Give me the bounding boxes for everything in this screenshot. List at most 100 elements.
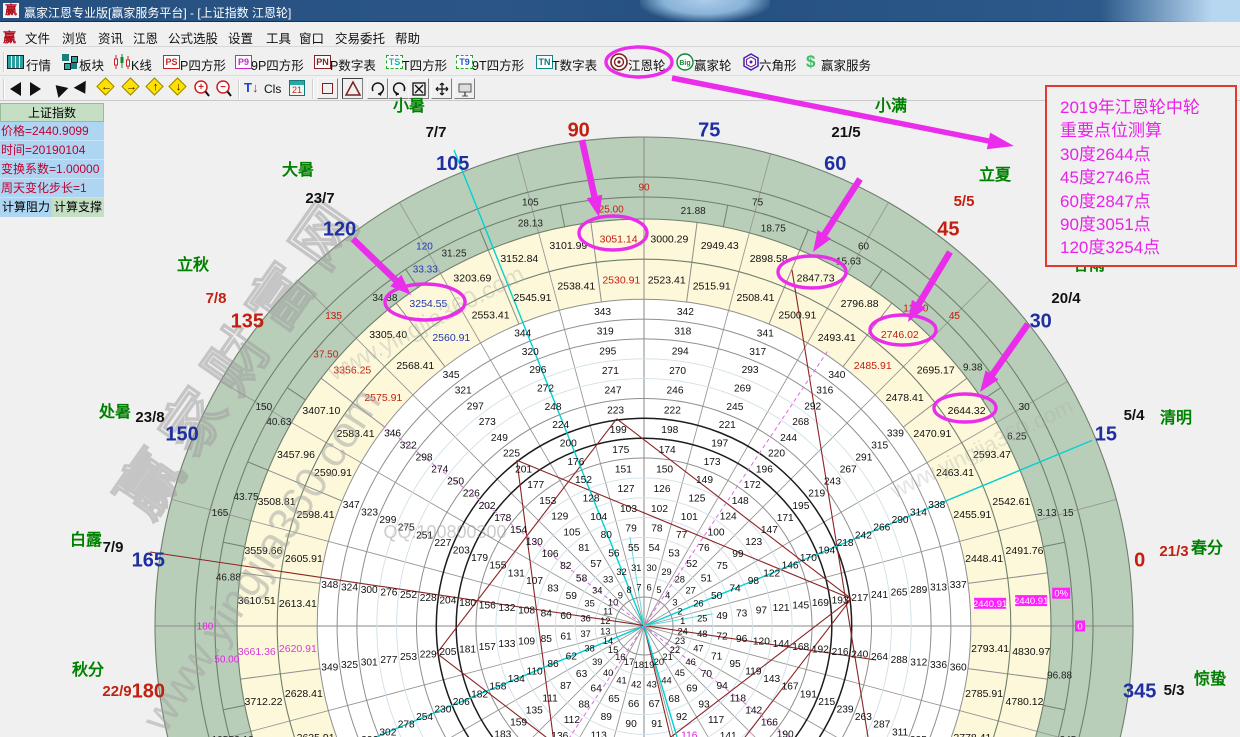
svg-text:119: 119 [745, 667, 762, 678]
svg-text:93: 93 [698, 699, 710, 710]
svg-text:133: 133 [498, 639, 515, 650]
svg-text:221: 221 [719, 420, 736, 431]
svg-text:345: 345 [443, 370, 460, 381]
svg-text:315: 315 [871, 440, 888, 451]
svg-text:2560.91: 2560.91 [432, 332, 470, 344]
svg-text:85: 85 [541, 634, 553, 645]
svg-text:18.75: 18.75 [761, 224, 786, 235]
svg-text:269: 269 [734, 383, 751, 394]
svg-text:127: 127 [618, 484, 635, 495]
svg-text:128: 128 [583, 494, 600, 505]
svg-text:2491.76: 2491.76 [1006, 545, 1044, 557]
svg-text:144: 144 [773, 639, 790, 650]
svg-text:33: 33 [603, 575, 613, 585]
svg-text:111: 111 [542, 693, 558, 704]
svg-text:223: 223 [607, 405, 624, 416]
svg-text:312: 312 [910, 657, 927, 668]
svg-text:296: 296 [529, 365, 546, 376]
svg-text:43.75: 43.75 [233, 492, 258, 503]
svg-text:11: 11 [603, 606, 613, 616]
svg-text:80: 80 [601, 530, 613, 541]
svg-text:100: 100 [708, 527, 725, 538]
svg-text:250: 250 [447, 477, 464, 488]
svg-text:2545.91: 2545.91 [514, 292, 552, 304]
svg-text:15: 15 [1062, 508, 1074, 519]
svg-text:174: 174 [659, 445, 676, 456]
svg-text:230: 230 [434, 705, 451, 716]
svg-text:春分: 春分 [1190, 538, 1223, 557]
svg-text:58: 58 [576, 573, 588, 584]
svg-text:143: 143 [763, 674, 780, 685]
svg-text:217: 217 [851, 593, 868, 604]
svg-text:216: 216 [832, 647, 849, 658]
svg-text:165: 165 [132, 550, 165, 572]
svg-text:116: 116 [681, 731, 698, 737]
svg-text:2440.91: 2440.91 [1014, 596, 1048, 607]
svg-text:239: 239 [837, 705, 854, 716]
svg-text:219: 219 [808, 489, 825, 500]
svg-text:325: 325 [341, 660, 358, 671]
svg-text:290: 290 [892, 515, 909, 526]
svg-text:2508.41: 2508.41 [737, 292, 775, 304]
svg-text:253: 253 [400, 652, 417, 663]
svg-text:2515.91: 2515.91 [693, 280, 731, 292]
svg-text:203: 203 [453, 546, 470, 557]
svg-text:91: 91 [651, 719, 663, 730]
svg-text:2478.41: 2478.41 [886, 392, 924, 404]
svg-text:66: 66 [628, 699, 640, 710]
svg-text:274: 274 [431, 465, 448, 476]
svg-text:45: 45 [949, 311, 961, 322]
svg-text:2455.91: 2455.91 [953, 509, 991, 521]
svg-text:202: 202 [479, 501, 496, 512]
svg-text:205: 205 [439, 647, 456, 658]
svg-text:245: 245 [726, 402, 743, 413]
svg-text:206: 206 [453, 697, 470, 708]
svg-text:7/7: 7/7 [426, 124, 447, 141]
svg-text:3051.14: 3051.14 [600, 233, 638, 245]
svg-text:130: 130 [526, 537, 543, 548]
svg-text:301: 301 [361, 657, 378, 668]
svg-text:218: 218 [837, 538, 854, 549]
svg-text:152: 152 [575, 475, 592, 486]
svg-text:7: 7 [636, 583, 641, 593]
svg-text:147: 147 [761, 525, 778, 536]
svg-text:180: 180 [459, 598, 476, 609]
svg-text:2440.91: 2440.91 [973, 599, 1007, 610]
svg-text:22: 22 [670, 645, 680, 655]
svg-text:2568.41: 2568.41 [396, 360, 434, 372]
svg-text:196: 196 [756, 464, 773, 475]
svg-text:72: 72 [716, 632, 728, 643]
svg-text:176: 176 [567, 457, 584, 468]
svg-text:194: 194 [818, 546, 835, 557]
svg-text:292: 292 [804, 401, 821, 412]
svg-text:87: 87 [560, 681, 572, 692]
svg-text:2493.41: 2493.41 [818, 332, 856, 344]
svg-text:2793.41: 2793.41 [971, 643, 1009, 655]
svg-text:55: 55 [628, 543, 640, 554]
svg-text:2796.88: 2796.88 [841, 298, 879, 310]
svg-text:266: 266 [873, 523, 890, 534]
svg-text:276: 276 [380, 588, 397, 599]
svg-text:294: 294 [672, 346, 689, 357]
svg-text:270: 270 [669, 366, 686, 377]
svg-text:105: 105 [563, 527, 580, 538]
svg-text:272: 272 [537, 383, 554, 394]
svg-text:86: 86 [547, 659, 559, 670]
svg-text:159: 159 [510, 717, 527, 728]
svg-text:31: 31 [631, 563, 641, 573]
svg-text:295: 295 [599, 346, 616, 357]
svg-text:243: 243 [824, 477, 841, 488]
svg-text:82: 82 [560, 561, 572, 572]
svg-text:35: 35 [584, 599, 594, 609]
svg-text:135: 135 [231, 311, 264, 333]
svg-text:168: 168 [792, 642, 809, 653]
svg-text:40.63: 40.63 [266, 417, 291, 428]
svg-text:145: 145 [792, 601, 809, 612]
svg-text:153: 153 [539, 496, 556, 507]
svg-text:318: 318 [674, 327, 691, 338]
svg-text:76: 76 [698, 543, 710, 554]
svg-text:155: 155 [489, 561, 506, 572]
svg-text:75: 75 [752, 198, 764, 209]
svg-text:268: 268 [792, 417, 809, 428]
svg-text:23/8: 23/8 [135, 409, 164, 426]
